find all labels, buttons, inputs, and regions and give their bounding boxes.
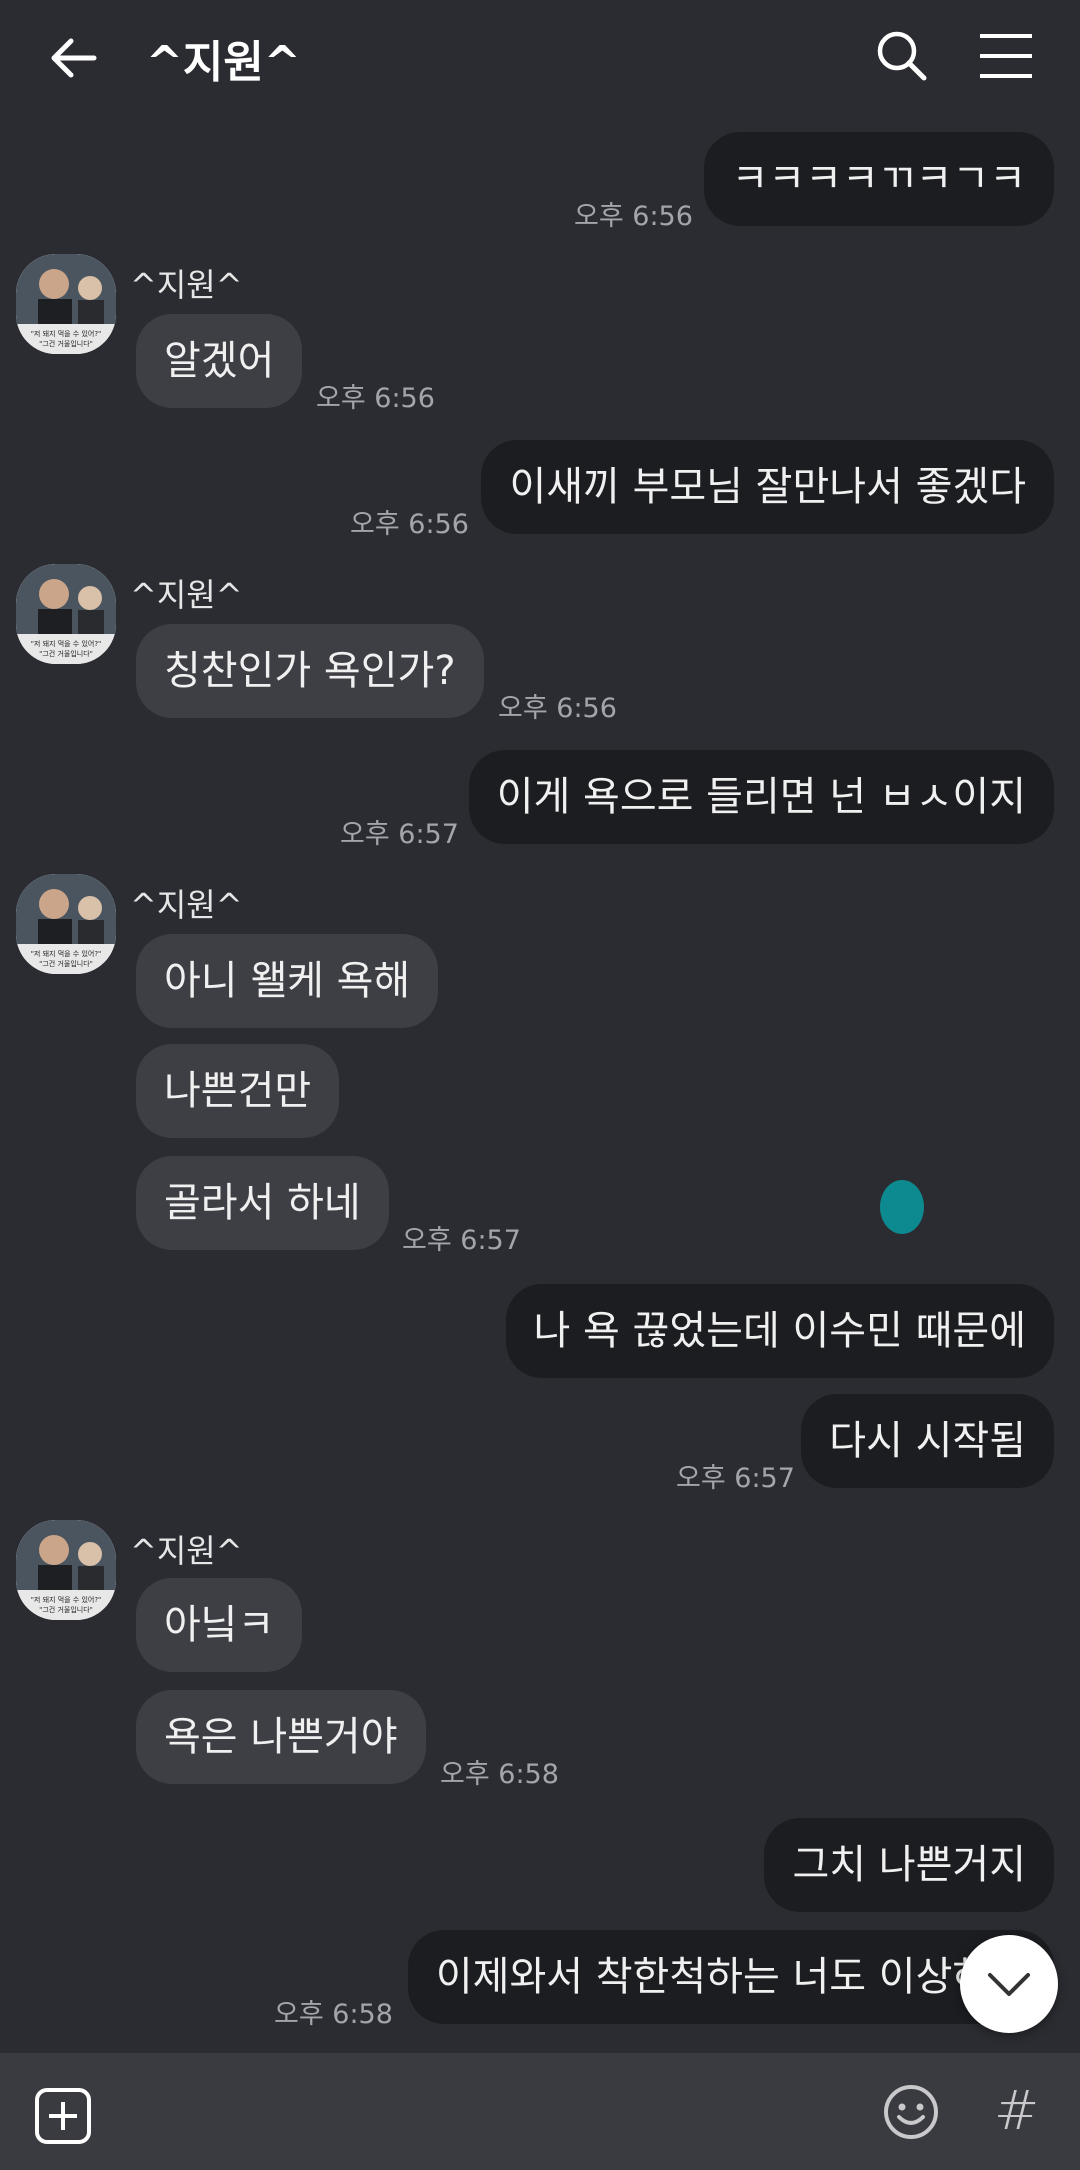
message-bubble-outgoing[interactable]: 이게 욕으로 들리면 넌 ㅂㅅ이지 bbox=[468, 750, 1054, 844]
avatar-photo: "저 돼지 먹을 수 있어?" "그건 거울입니다" bbox=[16, 564, 116, 664]
svg-text:"저 돼지 먹을 수 있어?": "저 돼지 먹을 수 있어?" bbox=[31, 639, 102, 648]
search-icon bbox=[877, 31, 927, 81]
sender-name: ^지원^ bbox=[130, 266, 243, 304]
menu-button[interactable] bbox=[976, 30, 1036, 82]
avatar-photo: "저 돼지 먹을 수 있어?" "그건 거울입니다" bbox=[16, 254, 116, 354]
svg-text:"저 돼지 먹을 수 있어?": "저 돼지 먹을 수 있어?" bbox=[31, 1595, 102, 1604]
avatar-photo: "저 돼지 먹을 수 있어?" "그건 거울입니다" bbox=[16, 874, 116, 974]
avatar[interactable]: "저 돼지 먹을 수 있어?" "그건 거울입니다" bbox=[16, 1520, 116, 1620]
message-bubble-outgoing[interactable]: 나 욕 끊었는데 이수민 때문에 bbox=[505, 1284, 1054, 1378]
message-bubble-incoming[interactable]: 아닠ㅋ bbox=[136, 1578, 303, 1672]
scroll-to-bottom-button[interactable] bbox=[960, 1935, 1058, 2033]
hashtag-search-button[interactable]: # bbox=[994, 2079, 1046, 2142]
message-bubble-incoming[interactable]: 나쁜건만 bbox=[136, 1044, 340, 1138]
message-time: 오후 6:57 bbox=[402, 1225, 521, 1256]
chevron-down-icon bbox=[988, 1973, 1030, 1996]
svg-text:"저 돼지 먹을 수 있어?": "저 돼지 먹을 수 있어?" bbox=[31, 329, 102, 338]
message-bubble-incoming[interactable]: 칭찬인가 욕인가? bbox=[136, 624, 484, 718]
message-bubble-incoming[interactable]: 골라서 하네 bbox=[136, 1156, 389, 1250]
svg-text:"그건 거울입니다": "그건 거울입니다" bbox=[39, 649, 93, 658]
message-bubble-outgoing[interactable]: 그치 나쁜거지 bbox=[764, 1818, 1054, 1912]
svg-text:"그건 거울입니다": "그건 거울입니다" bbox=[39, 1605, 93, 1614]
sender-name: ^지원^ bbox=[130, 576, 243, 614]
svg-text:"그건 거울입니다": "그건 거울입니다" bbox=[39, 959, 93, 968]
avatar[interactable]: "저 돼지 먹을 수 있어?" "그건 거울입니다" bbox=[16, 254, 116, 354]
message-time: 오후 6:58 bbox=[274, 1999, 393, 2030]
message-time: 오후 6:57 bbox=[676, 1463, 795, 1494]
message-bubble-outgoing[interactable]: ㅋㅋㅋㅋㄲㅋㄱㅋ bbox=[703, 132, 1054, 226]
sender-name: ^지원^ bbox=[130, 1532, 243, 1570]
avatar-photo: "저 돼지 먹을 수 있어?" "그건 거울입니다" bbox=[16, 1520, 116, 1620]
message-bubble-outgoing[interactable]: 이제와서 착한척하는 너도 이상하다 bbox=[407, 1930, 1054, 2024]
message-time: 오후 6:56 bbox=[498, 693, 617, 724]
attach-button[interactable] bbox=[34, 2087, 92, 2145]
message-bubble-outgoing[interactable]: 다시 시작됨 bbox=[801, 1394, 1054, 1488]
arrow-left-icon bbox=[51, 38, 97, 78]
emoji-icon bbox=[884, 2085, 938, 2139]
emoji-button[interactable] bbox=[882, 2083, 940, 2141]
input-bar: # bbox=[0, 2053, 1080, 2170]
message-time: 오후 6:57 bbox=[340, 819, 459, 850]
redaction-mark bbox=[880, 1180, 924, 1234]
message-bubble-incoming[interactable]: 아니 왤케 욕해 bbox=[136, 934, 439, 1028]
message-bubble-incoming[interactable]: 욕은 나쁜거야 bbox=[136, 1690, 426, 1784]
back-button[interactable] bbox=[44, 28, 104, 88]
message-time: 오후 6:56 bbox=[316, 383, 435, 414]
message-bubble-incoming[interactable]: 알겠어 bbox=[136, 314, 303, 408]
message-bubble-outgoing[interactable]: 이새끼 부모님 잘만나서 좋겠다 bbox=[481, 440, 1054, 534]
message-time: 오후 6:56 bbox=[574, 201, 693, 232]
avatar[interactable]: "저 돼지 먹을 수 있어?" "그건 거울입니다" bbox=[16, 564, 116, 664]
hamburger-menu-icon bbox=[980, 34, 1032, 78]
sender-name: ^지원^ bbox=[130, 886, 243, 924]
chat-header: ^지원^ bbox=[0, 0, 1080, 118]
plus-square-icon bbox=[35, 2088, 91, 2144]
search-button[interactable] bbox=[872, 26, 932, 86]
svg-text:"그건 거울입니다": "그건 거울입니다" bbox=[39, 339, 93, 348]
chat-area[interactable]: ㅋㅋㅋㅋㄲㅋㄱㅋ 오후 6:56 "저 돼지 먹을 수 있어?" "그건 거울입… bbox=[0, 118, 1080, 2053]
svg-text:"저 돼지 먹을 수 있어?": "저 돼지 먹을 수 있어?" bbox=[31, 949, 102, 958]
avatar[interactable]: "저 돼지 먹을 수 있어?" "그건 거울입니다" bbox=[16, 874, 116, 974]
message-time: 오후 6:56 bbox=[350, 509, 469, 540]
message-time: 오후 6:58 bbox=[440, 1759, 559, 1790]
chat-title: ^지원^ bbox=[146, 37, 301, 88]
